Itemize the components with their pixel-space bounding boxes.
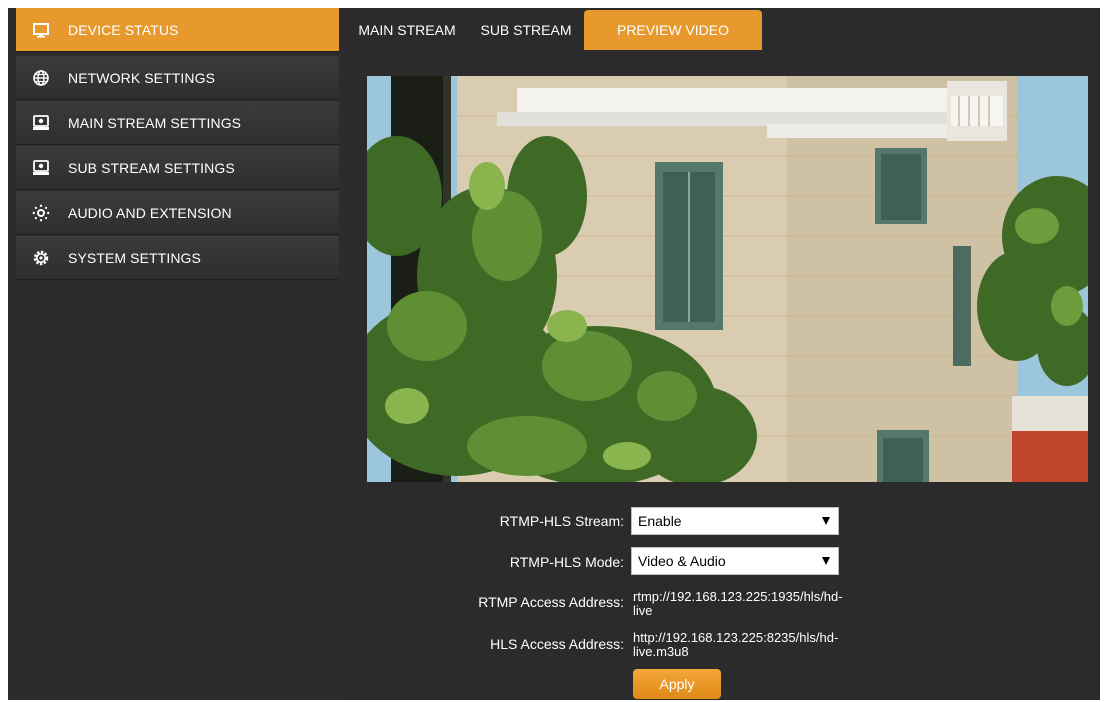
rtmp-hls-mode-label: RTMP-HLS Mode: — [509, 554, 624, 570]
camera-icon — [32, 114, 50, 132]
rtmp-address-line1: rtmp://192.168.123.225:1935/hls/hd- — [633, 589, 843, 604]
hls-address-line1: http://192.168.123.225:8235/hls/hd- — [633, 630, 839, 645]
dropdown-arrow-icon — [822, 517, 830, 525]
page: DEVICE STATUS NETWORK SETTINGS MAIN STRE… — [0, 0, 1107, 702]
sidebar-item-label: MAIN STREAM SETTINGS — [68, 114, 242, 131]
hls-address-line2: live.m3u8 — [633, 644, 689, 659]
sidebar-item-audio-and-extension[interactable]: AUDIO AND EXTENSION — [16, 191, 339, 235]
rtmp-hls-stream-select[interactable]: Enable — [631, 507, 839, 535]
sidebar-item-sub-stream-settings[interactable]: SUB STREAM SETTINGS — [16, 146, 339, 190]
monitor-icon — [32, 21, 50, 39]
rtmp-hls-mode-value: Video & Audio — [638, 553, 726, 569]
globe-icon — [32, 69, 50, 87]
apply-button[interactable]: Apply — [633, 669, 721, 699]
sidebar-item-main-stream-settings[interactable]: MAIN STREAM SETTINGS — [16, 101, 339, 145]
form-labels: RTMP-HLS Stream: RTMP-HLS Mode: RTMP Acc… — [345, 8, 624, 700]
gear-icon — [32, 249, 50, 267]
tab-label: PREVIEW VIDEO — [616, 22, 730, 38]
content-panel: MAIN STREAM SUB STREAM PREVIEW VIDEO RTM… — [345, 8, 1100, 700]
rtmp-hls-mode-select[interactable]: Video & Audio — [631, 547, 839, 575]
rtmp-hls-stream-label: RTMP-HLS Stream: — [499, 513, 624, 529]
audio-extension-icon — [32, 204, 50, 222]
camera-icon — [32, 159, 50, 177]
dropdown-arrow-icon — [822, 557, 830, 565]
sidebar-item-label: NETWORK SETTINGS — [68, 69, 216, 86]
rtmp-access-address-label: RTMP Access Address: — [478, 594, 624, 610]
rtmp-hls-stream-value: Enable — [638, 513, 682, 529]
sidebar-item-label: SYSTEM SETTINGS — [68, 249, 201, 266]
sidebar-item-label: DEVICE STATUS — [68, 21, 179, 38]
sidebar: DEVICE STATUS NETWORK SETTINGS MAIN STRE… — [8, 8, 345, 700]
rtmp-address-line2: live — [633, 603, 653, 618]
sidebar-item-system-settings[interactable]: SYSTEM SETTINGS — [16, 236, 339, 280]
hls-access-address: http://192.168.123.225:8235/hls/hd- live… — [633, 631, 903, 659]
sidebar-item-network-settings[interactable]: NETWORK SETTINGS — [16, 56, 339, 100]
rtmp-access-address: rtmp://192.168.123.225:1935/hls/hd- live — [633, 590, 903, 618]
sidebar-item-label: SUB STREAM SETTINGS — [68, 159, 235, 176]
sidebar-item-device-status[interactable]: DEVICE STATUS — [16, 8, 339, 52]
hls-access-address-label: HLS Access Address: — [490, 636, 624, 652]
sidebar-item-label: AUDIO AND EXTENSION — [68, 204, 232, 221]
